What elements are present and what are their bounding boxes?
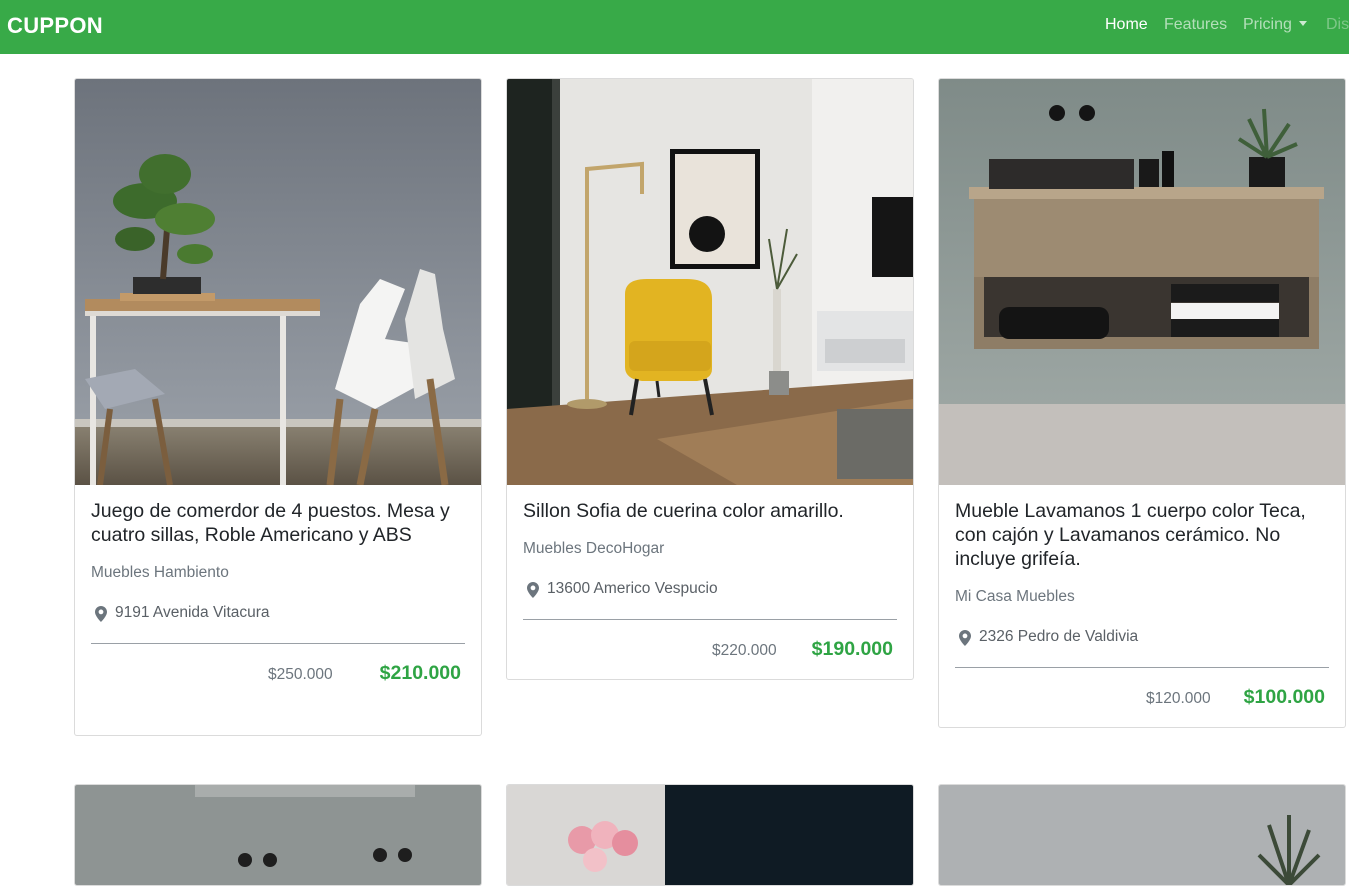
- top-navbar: CUPPON Home Features Pricing Dis: [0, 0, 1349, 54]
- map-pin-icon: [95, 606, 107, 628]
- price-row: $250.000 $210.000: [91, 662, 465, 702]
- address-text: 9191 Avenida Vitacura: [115, 604, 270, 621]
- nav-home-link[interactable]: Home: [1105, 16, 1148, 34]
- discount-price: $210.000: [379, 662, 461, 684]
- divider: [955, 667, 1329, 668]
- original-price: $250.000: [268, 666, 333, 683]
- map-pin-icon: [527, 582, 539, 604]
- card-body: Mueble Lavamanos 1 cuerpo color Teca, co…: [955, 499, 1329, 726]
- original-price: $220.000: [712, 642, 777, 659]
- nav-dis-link[interactable]: Dis: [1326, 16, 1349, 34]
- product-card[interactable]: Sillon Sofia de cuerina color amarillo. …: [506, 78, 914, 680]
- divider: [91, 643, 465, 644]
- store-name: Mi Casa Muebles: [955, 588, 1075, 605]
- price-row: $220.000 $190.000: [523, 638, 897, 678]
- chevron-down-icon: [1298, 21, 1307, 26]
- nav-features-link[interactable]: Features: [1164, 16, 1227, 34]
- discount-price: $100.000: [1243, 686, 1325, 708]
- store-name: Muebles Hambiento: [91, 564, 229, 581]
- map-pin-icon: [959, 630, 971, 652]
- product-card-image-partial[interactable]: [938, 784, 1346, 886]
- product-card[interactable]: Mueble Lavamanos 1 cuerpo color Teca, co…: [938, 78, 1346, 728]
- address-text: 2326 Pedro de Valdivia: [979, 628, 1139, 645]
- bathroom-vanity-photo[interactable]: [939, 79, 1345, 485]
- store-name: Muebles DecoHogar: [523, 540, 665, 557]
- product-card[interactable]: Juego de comerdor de 4 puestos. Mesa y c…: [74, 78, 482, 736]
- original-price: $120.000: [1146, 690, 1211, 707]
- dining-table-photo[interactable]: [75, 79, 481, 485]
- brand-logo[interactable]: CUPPON: [7, 13, 103, 39]
- yellow-armchair-photo[interactable]: [507, 79, 913, 485]
- card-body: Juego de comerdor de 4 puestos. Mesa y c…: [91, 499, 465, 702]
- nav-pricing-dropdown[interactable]: Pricing: [1243, 16, 1307, 34]
- card-title[interactable]: Juego de comerdor de 4 puestos. Mesa y c…: [91, 499, 465, 547]
- divider: [523, 619, 897, 620]
- product-card-image-partial[interactable]: [506, 784, 914, 886]
- card-body: Sillon Sofia de cuerina color amarillo. …: [523, 499, 897, 678]
- discount-price: $190.000: [811, 638, 893, 660]
- price-row: $120.000 $100.000: [955, 686, 1329, 726]
- address-text: 13600 Americo Vespucio: [547, 580, 718, 597]
- store-address: 2326 Pedro de Valdivia: [955, 627, 1329, 647]
- card-title[interactable]: Sillon Sofia de cuerina color amarillo.: [523, 499, 897, 523]
- product-card-image-partial[interactable]: [74, 784, 482, 886]
- card-title[interactable]: Mueble Lavamanos 1 cuerpo color Teca, co…: [955, 499, 1329, 571]
- store-address: 13600 Americo Vespucio: [523, 579, 897, 599]
- store-address: 9191 Avenida Vitacura: [91, 603, 465, 623]
